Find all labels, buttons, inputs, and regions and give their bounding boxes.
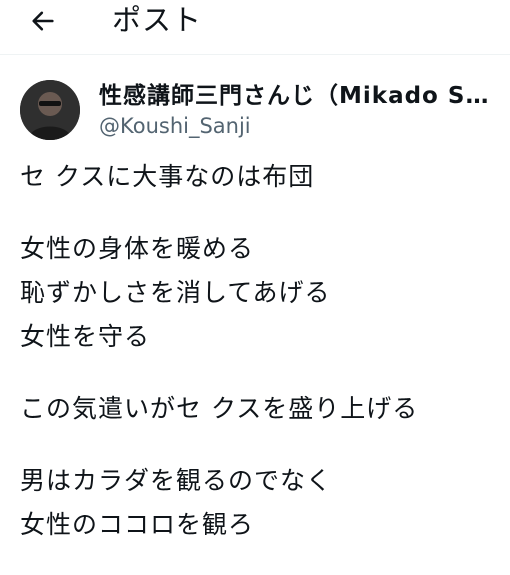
tweet-line: この気遣いがセ クスを盛り上げる xyxy=(20,394,419,423)
tweet-text: セ クスに大事なのは布団 女性の身体を暖める 恥ずかしさを消してあげる 女性を守… xyxy=(20,155,500,575)
tweet-paragraph: この気遣いがセ クスを盛り上げる xyxy=(20,387,500,431)
tweet-line: 女性の身体を暖める xyxy=(20,234,255,263)
tweet-line: セ クスに大事なのは布団 xyxy=(20,162,315,191)
arrow-left-icon xyxy=(32,11,54,31)
top-bar: ポスト xyxy=(0,0,510,55)
tweet-paragraph: セ クスに大事なのは布団 xyxy=(20,155,500,199)
tweet-paragraph: 男はカラダを観るのでなく 女性のココロを観ろ xyxy=(20,459,500,547)
tweet-paragraph: 女性の身体を暖める 恥ずかしさを消してあげる 女性を守る xyxy=(20,227,500,359)
tweet-line: 女性のココロを観ろ xyxy=(20,510,255,539)
tweet-line: 男はカラダを観るのでなく xyxy=(20,466,333,495)
user-avatar xyxy=(20,80,80,140)
avatar[interactable] xyxy=(20,80,80,140)
author-display-name[interactable]: 性感講師三門さんじ（Mikado San... xyxy=(99,80,504,112)
tweet-line: 女性を守る xyxy=(20,322,151,351)
page-title: ポスト xyxy=(112,3,203,37)
tweet-line: 恥ずかしさを消してあげる xyxy=(20,278,331,307)
back-button[interactable] xyxy=(28,6,58,36)
author-handle[interactable]: @Koushi_Sanji xyxy=(99,112,251,140)
